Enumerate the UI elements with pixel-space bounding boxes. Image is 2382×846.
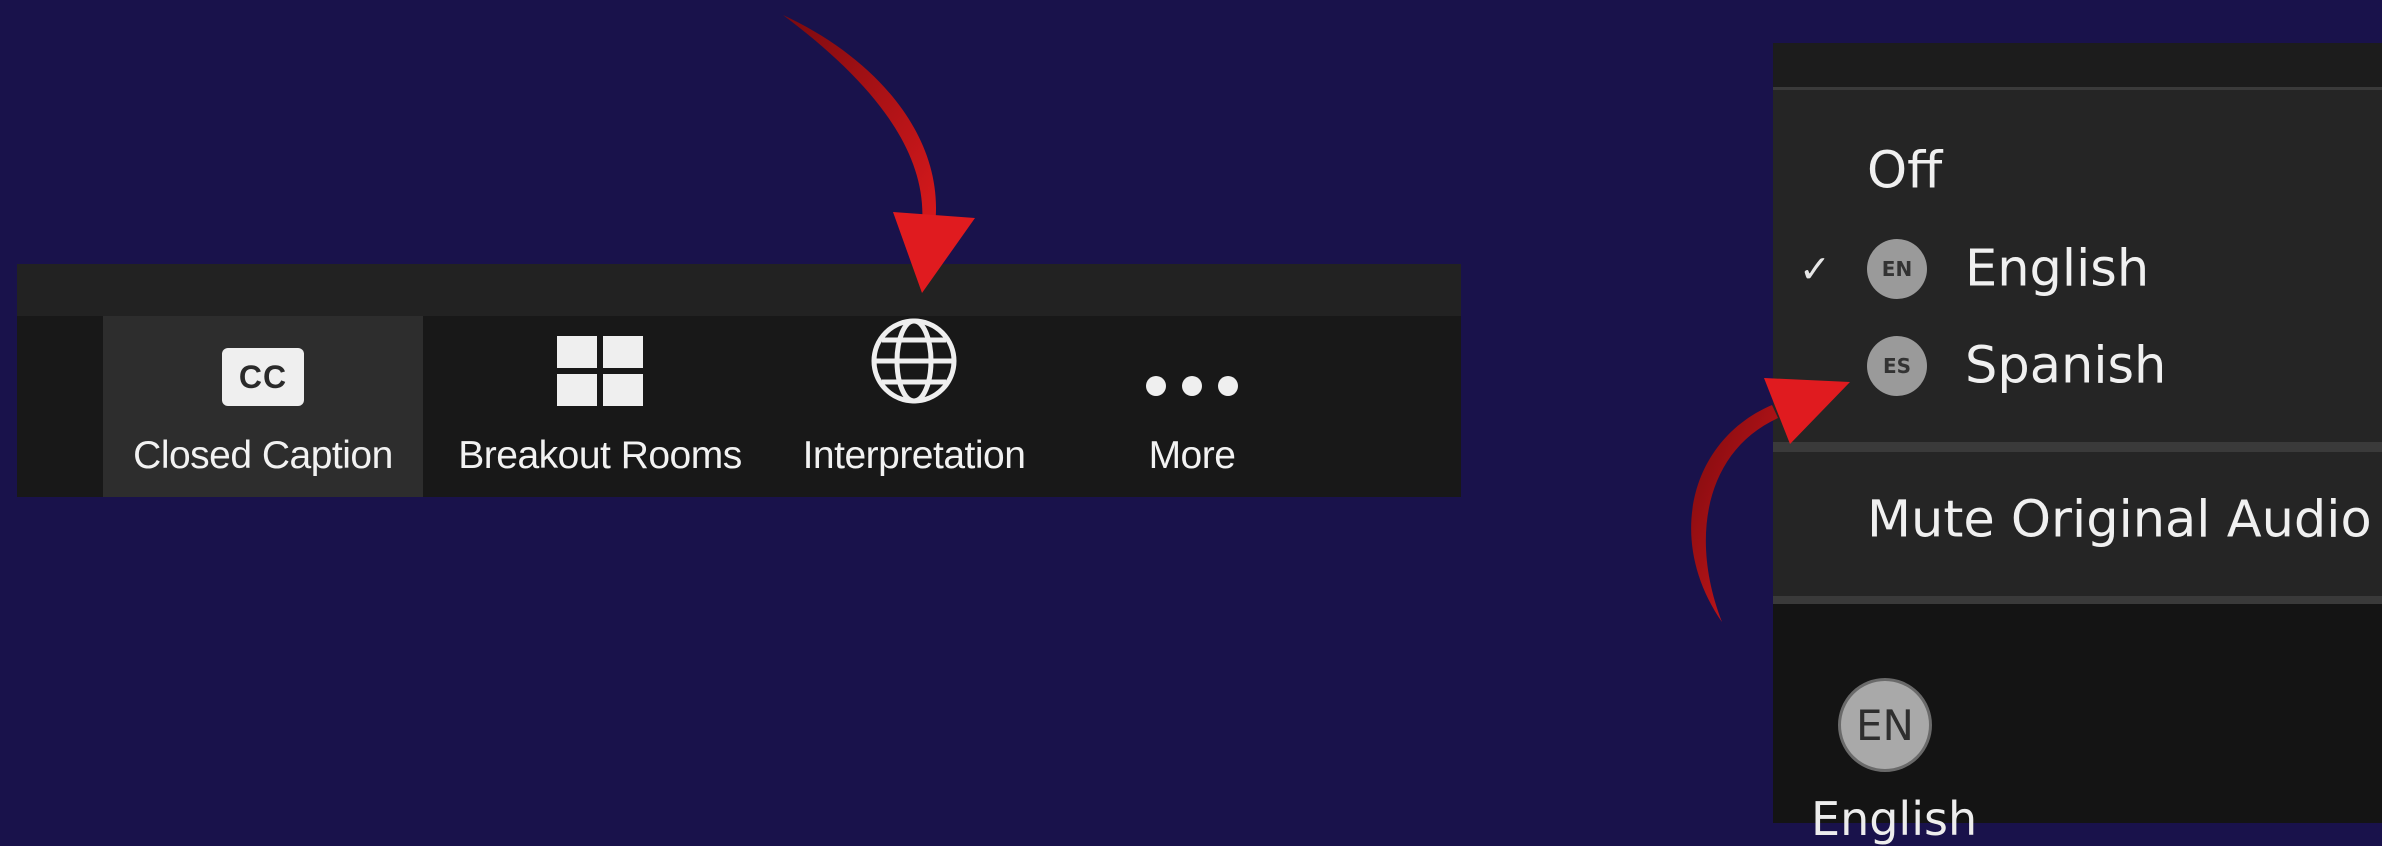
menu-item-english[interactable]: ✓ EN English: [1773, 224, 2382, 314]
more-icon-wrap: [1144, 316, 1240, 406]
more-label: More: [1148, 434, 1236, 477]
menu-divider: [1773, 442, 2382, 452]
interpretation-button[interactable]: Interpretation: [779, 316, 1049, 497]
interpretation-menu: Off ✓ EN English ES Spanish Mute Origina…: [1773, 43, 2382, 846]
check-icon: ✓: [1799, 247, 1831, 291]
language-selector-footer: EN English: [1773, 604, 2382, 846]
interpretation-icon-wrap: [869, 316, 959, 406]
menu-divider: [1773, 87, 2382, 90]
current-language-badge-icon[interactable]: EN: [1838, 678, 1932, 772]
menu-item-spanish[interactable]: ES Spanish: [1773, 321, 2382, 411]
globe-icon: [871, 318, 957, 404]
english-language-badge-icon: EN: [1867, 239, 1927, 299]
arrow-to-interpretation-icon: [783, 15, 975, 293]
interpretation-label: Interpretation: [802, 434, 1026, 477]
menu-header: [1773, 43, 2382, 87]
more-dots-icon: [1146, 376, 1238, 396]
menu-item-spanish-label: Spanish: [1965, 336, 2167, 396]
closed-caption-icon-wrap: CC: [222, 316, 304, 406]
meeting-toolbar: CC Closed Caption Breakout Rooms Interpr…: [17, 264, 1461, 497]
closed-caption-label: Closed Caption: [133, 434, 393, 477]
menu-item-mute-original-audio[interactable]: Mute Original Audio: [1773, 475, 2382, 565]
more-button[interactable]: More: [1077, 316, 1307, 497]
menu-item-off-label: Off: [1867, 141, 1943, 201]
menu-item-english-label: English: [1965, 239, 2150, 299]
spanish-language-badge-icon: ES: [1867, 336, 1927, 396]
toolbar-top-strip: [17, 264, 1461, 316]
breakout-rooms-icon-wrap: [557, 316, 643, 406]
closed-caption-icon: CC: [222, 348, 304, 406]
menu-item-off[interactable]: Off: [1773, 126, 2382, 216]
breakout-rooms-grid-icon: [557, 336, 643, 406]
breakout-rooms-label: Breakout Rooms: [458, 434, 742, 477]
current-language-label: English: [1811, 792, 1978, 846]
breakout-rooms-button[interactable]: Breakout Rooms: [435, 316, 765, 497]
mute-original-audio-label: Mute Original Audio: [1867, 490, 2372, 550]
menu-divider: [1773, 596, 2382, 604]
closed-caption-button[interactable]: CC Closed Caption: [103, 316, 423, 497]
